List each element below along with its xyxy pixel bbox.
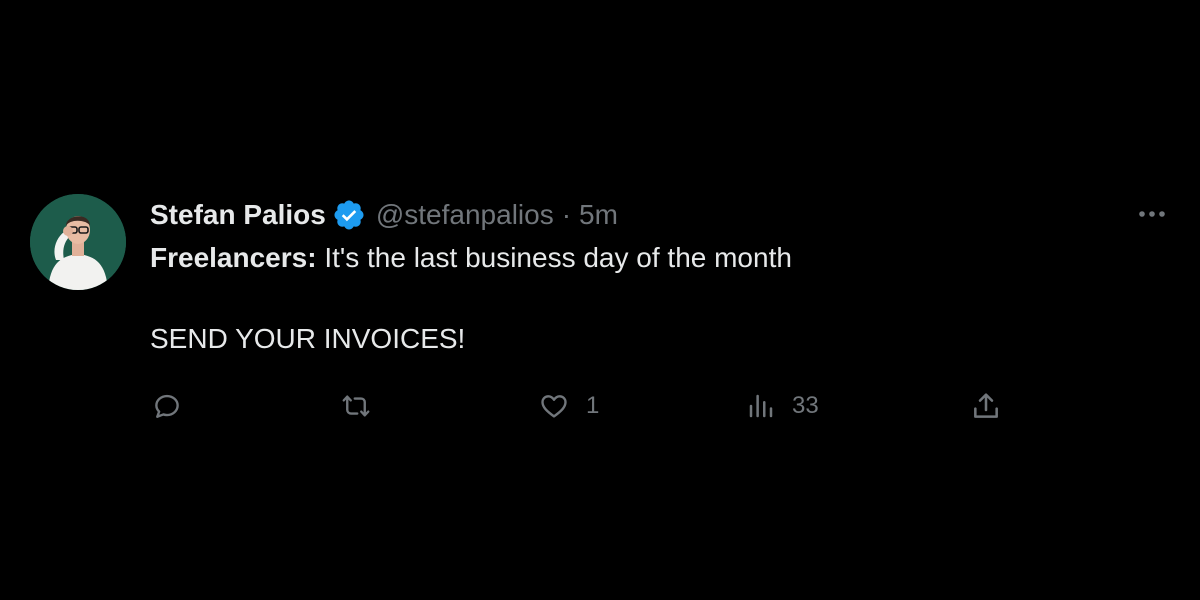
views-button[interactable]: 33 (746, 388, 819, 424)
verified-badge-icon[interactable] (332, 198, 366, 232)
tweet-card[interactable]: Stefan Palios @stefanpalios · 5m Freelan… (0, 0, 1200, 600)
tweet-text-line-2: SEND YOUR INVOICES! (150, 323, 466, 354)
user-handle[interactable]: @stefanpalios (376, 199, 554, 231)
retweet-icon (340, 391, 372, 421)
timestamp[interactable]: 5m (579, 199, 618, 231)
tweet-text-rest: It's the last business day of the month (316, 242, 792, 273)
share-button[interactable] (970, 388, 1002, 424)
tweet-actions: 1 33 (150, 388, 1010, 424)
display-name[interactable]: Stefan Palios (150, 199, 326, 231)
avatar[interactable] (30, 194, 126, 290)
reply-icon (152, 391, 182, 421)
reply-button[interactable] (152, 388, 182, 424)
retweet-button[interactable] (340, 388, 372, 424)
tweet-text-line-1: Freelancers: It's the last business day … (150, 242, 792, 274)
views-count: 33 (792, 392, 819, 419)
tweet-text-bold-label: Freelancers: (150, 242, 317, 273)
more-options-icon[interactable] (1134, 200, 1170, 228)
share-icon (970, 390, 1002, 422)
views-icon (746, 391, 776, 421)
like-count: 1 (586, 392, 600, 419)
heart-icon (538, 391, 570, 421)
like-button[interactable]: 1 (538, 388, 599, 424)
separator-dot: · (561, 199, 572, 230)
tweet-header: Stefan Palios @stefanpalios · 5m (150, 196, 618, 234)
